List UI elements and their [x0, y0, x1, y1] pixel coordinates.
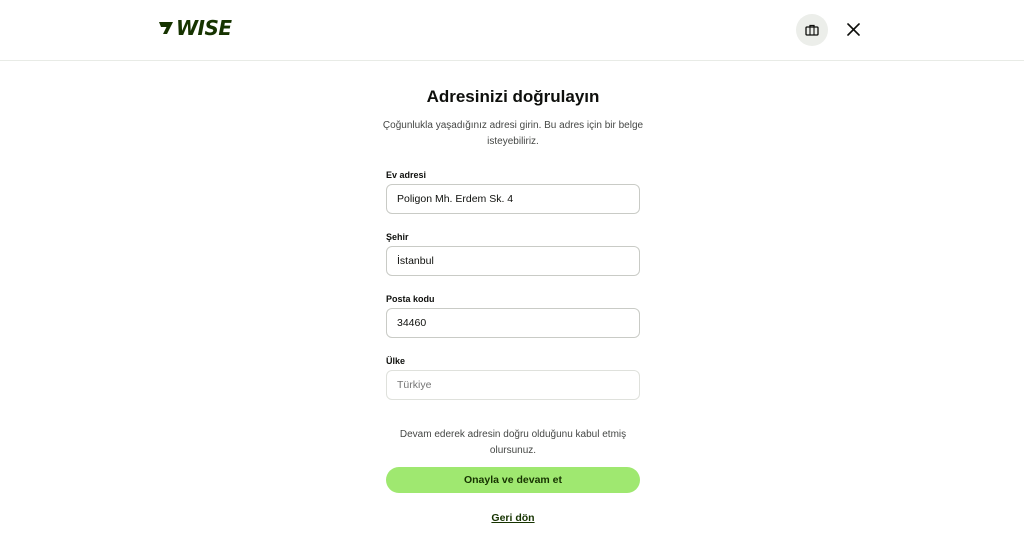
country-input: [386, 370, 640, 400]
country-label: Ülke: [386, 356, 406, 366]
page-subtitle: Çoğunlukla yaşadığınız adresi girin. Bu …: [382, 120, 644, 147]
postal-code-label: Posta kodu: [386, 294, 435, 304]
consent-text: Devam ederek adresin doğru olduğunu kabu…: [399, 429, 627, 456]
close-button[interactable]: [840, 16, 866, 42]
wise-flag-icon: [159, 22, 173, 34]
confirm-continue-button[interactable]: Onayla ve devam et: [386, 467, 640, 493]
city-input[interactable]: [386, 246, 640, 276]
help-button[interactable]: [796, 14, 828, 46]
top-header: WISE: [0, 0, 1024, 61]
city-label: Şehir: [386, 232, 409, 242]
address-input[interactable]: [386, 184, 640, 214]
wise-logo[interactable]: WISE: [158, 15, 232, 41]
go-back-link[interactable]: Geri dön: [386, 512, 640, 524]
address-label: Ev adresi: [386, 170, 427, 180]
page-title: Adresinizi doğrulayın: [426, 87, 600, 106]
close-icon: [846, 22, 860, 36]
logo-text: WISE: [176, 16, 232, 40]
postal-code-input[interactable]: [386, 308, 640, 338]
briefcase-icon: [805, 24, 819, 36]
